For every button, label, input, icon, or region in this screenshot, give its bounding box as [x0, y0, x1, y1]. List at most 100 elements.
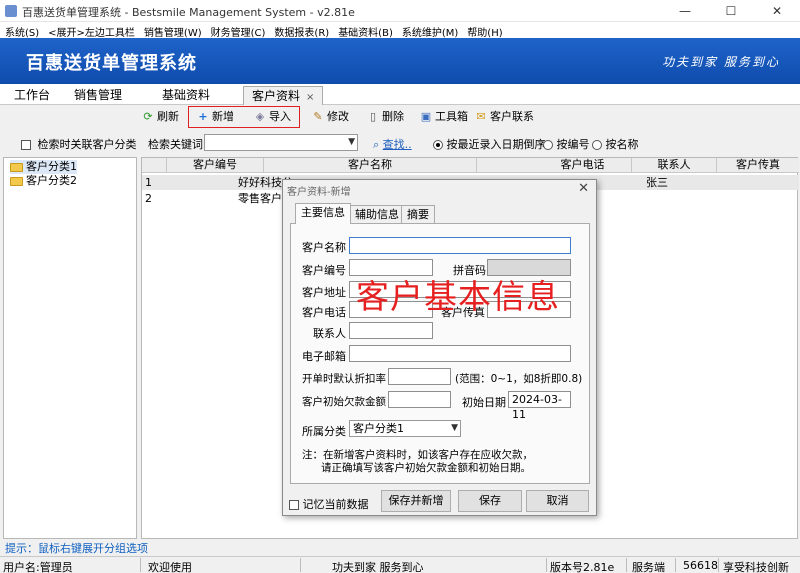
folder-icon [10, 176, 23, 186]
checkbox[interactable] [289, 500, 299, 510]
search-icon: ⌕ [373, 138, 380, 151]
menu-basic-data[interactable]: 基础资料(B) [333, 22, 397, 39]
phone-label: 客户电话 [302, 306, 346, 319]
contact-label: 联系人 [313, 327, 346, 340]
toolbar: ⟳ 刷新 + 新增 ◈ 导入 ✎ 修改 ▯ 删除 ▣ 工具箱 ✉ 客户联系 [0, 105, 800, 129]
note-line-2: 请正确填写该客户初始欠款金额和初始日期。 [321, 462, 531, 474]
column-header-phone[interactable]: 客户电话 [534, 158, 632, 173]
contact-input[interactable] [349, 322, 433, 339]
checkbox[interactable] [21, 140, 31, 150]
title-bar: 百惠送货单管理系统 - Bestsmile Management System … [0, 0, 800, 22]
status-company: 享受科技创新 [723, 561, 789, 573]
refresh-button[interactable]: ⟳ 刷新 [142, 109, 179, 125]
status-server-side: 服务端 [632, 561, 665, 573]
overlay-caption: 客户基本信息 [356, 277, 560, 316]
status-version: 版本号2.81e [550, 561, 615, 573]
edit-button[interactable]: ✎ 修改 [312, 109, 349, 125]
discount-input[interactable] [388, 368, 451, 385]
app-name: 百惠送货单管理系统 [26, 53, 197, 74]
code-label: 客户编号 [302, 264, 346, 277]
customer-name-input[interactable] [349, 237, 571, 254]
menu-system[interactable]: 系统(S) [0, 22, 43, 39]
category-tree: 客户分类1 客户分类2 [3, 157, 137, 539]
tab-customers-label: 客户资料 [252, 89, 301, 103]
remember-data-checkbox[interactable]: 记忆当前数据 [289, 496, 369, 512]
tip-text: 提示：鼠标右键展开分组选项 [5, 542, 148, 555]
delete-label: 删除 [382, 110, 404, 123]
remember-label: 记忆当前数据 [302, 498, 369, 511]
email-input[interactable] [349, 345, 571, 362]
refresh-icon: ⟳ [143, 110, 153, 123]
sort-date-label: 按最近录入日期倒序 [446, 138, 546, 151]
menu-sales[interactable]: 销售管理(W) [139, 22, 206, 39]
column-header-fax[interactable]: 客户传真 [717, 158, 799, 173]
initial-date-input[interactable]: 2024-03-11 [508, 391, 571, 421]
status-separator [675, 558, 676, 572]
initial-debt-input[interactable] [388, 391, 451, 408]
tab-workbench[interactable]: 工作台 [6, 86, 58, 105]
dialog-title: 客户资料-新增 [287, 187, 351, 198]
contact-cell: 张三 [646, 176, 668, 189]
edit-icon: ✎ [313, 110, 323, 123]
menu-maintenance[interactable]: 系统维护(M) [397, 22, 462, 39]
name-label: 客户名称 [302, 241, 346, 254]
find-button[interactable]: ⌕ 查找.. [373, 136, 412, 152]
dialog-close-icon[interactable]: ✕ [578, 181, 589, 196]
menu-help[interactable]: 帮助(H) [462, 22, 506, 39]
status-welcome: 欢迎使用 [148, 561, 192, 573]
radio-selected[interactable] [433, 140, 443, 150]
window-title: 百惠送货单管理系统 - Bestsmile Management System … [22, 6, 355, 19]
cancel-button[interactable]: 取消 [526, 490, 589, 512]
trash-icon: ▯ [369, 110, 377, 123]
close-window-button[interactable]: ✕ [754, 0, 800, 22]
tab-basic-data[interactable]: 基础资料 [154, 86, 218, 105]
toolbox-button[interactable]: ▣ 工具箱 [420, 109, 468, 125]
menu-expand-toolbar[interactable]: <展开>左边工具栏 [43, 22, 139, 39]
search-keyword-combo[interactable]: ▼ [204, 134, 358, 151]
menu-finance[interactable]: 财务管理(C) [206, 22, 270, 39]
category-filter-checkbox[interactable]: 检索时关联客户分类 [21, 136, 137, 152]
initial-debt-label: 客户初始欠款金额 [302, 396, 386, 408]
contact-icon: ✉ [476, 110, 486, 123]
tab-close-icon[interactable]: × [306, 92, 314, 103]
category-label: 所属分类 [302, 425, 346, 438]
save-button[interactable]: 保存 [458, 490, 522, 512]
save-and-new-button[interactable]: 保存并新增 [381, 490, 451, 512]
maximize-button[interactable]: ☐ [708, 0, 754, 22]
category-select[interactable]: 客户分类1 ▼ [349, 420, 461, 437]
dialog-form-panel: 客户名称 客户编号 拼音码 客户地址 客户电话 客户传真 联系人 电子邮箱 开单… [290, 223, 590, 484]
chevron-down-icon: ▼ [348, 137, 355, 147]
status-slogan: 功夫到家 服务到心 [332, 561, 424, 573]
email-label: 电子邮箱 [302, 350, 346, 363]
sort-by-date-radio[interactable]: 按最近录入日期倒序 [433, 136, 546, 152]
status-separator [626, 558, 627, 572]
tab-customers[interactable]: 客户资料 × [243, 86, 324, 105]
column-header-name[interactable]: 客户名称 [264, 158, 477, 173]
tree-item-category-2[interactable]: 客户分类2 [10, 174, 77, 188]
dialog-tab-auxiliary[interactable]: 辅助信息 [349, 205, 405, 223]
menu-reports[interactable]: 数据报表(R) [269, 22, 333, 39]
contact-button[interactable]: ✉ 客户联系 [475, 109, 534, 125]
address-label: 客户地址 [302, 286, 346, 299]
discount-label: 开单时默认折扣率 [302, 373, 386, 385]
tree-label: 客户分类2 [26, 174, 77, 187]
sort-by-code-radio[interactable]: 按编号 [543, 136, 590, 152]
sort-by-name-radio[interactable]: 按名称 [592, 136, 639, 152]
dialog-tab-summary[interactable]: 摘要 [401, 205, 435, 223]
dialog-tab-main[interactable]: 主要信息 [295, 203, 351, 224]
tree-item-category-1[interactable]: 客户分类1 [10, 160, 77, 174]
sort-code-label: 按编号 [556, 138, 590, 151]
minimize-button[interactable]: — [662, 0, 708, 22]
status-separator [300, 558, 301, 572]
delete-button[interactable]: ▯ 删除 [367, 109, 404, 125]
customer-name-cell: 零售客户 [238, 192, 282, 205]
row-index: 1 [145, 176, 152, 189]
row-header-corner [142, 158, 167, 173]
column-header-code[interactable]: 客户编号 [167, 158, 264, 173]
radio[interactable] [543, 140, 553, 150]
column-header-contact[interactable]: 联系人 [632, 158, 717, 173]
radio[interactable] [592, 140, 602, 150]
refresh-label: 刷新 [157, 110, 179, 123]
chevron-down-icon: ▼ [451, 423, 458, 433]
tab-sales[interactable]: 销售管理 [66, 86, 130, 105]
